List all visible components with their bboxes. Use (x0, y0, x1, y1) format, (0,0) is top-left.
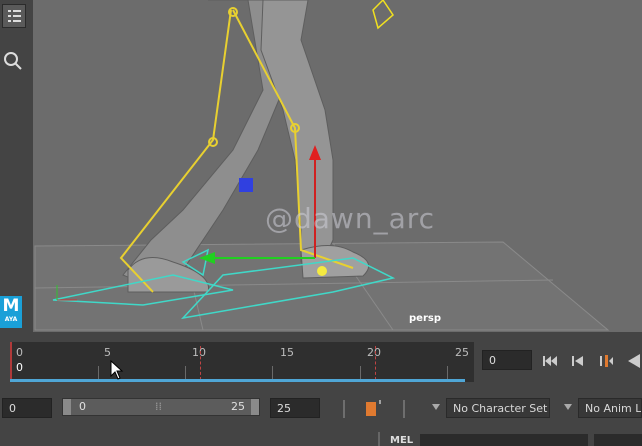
keyframe-marker[interactable] (375, 346, 377, 380)
anim-layer-dropdown[interactable]: No Anim La (578, 398, 642, 418)
current-frame-field[interactable]: 0 (482, 350, 532, 370)
playhead[interactable] (10, 342, 12, 382)
key-tools (343, 400, 405, 418)
chevron-down-icon (564, 404, 572, 410)
tick-label: 10 (192, 346, 206, 359)
viewport-scene (34, 0, 610, 331)
range-start-handle[interactable] (63, 399, 71, 415)
time-slider-track[interactable]: 0 5 10 15 20 25 0 (10, 342, 474, 382)
selected-pivot (317, 266, 327, 276)
command-line: MEL (0, 428, 642, 446)
chevron-down-icon (432, 404, 440, 410)
command-line-grip (378, 432, 380, 446)
go-to-start-button[interactable] (540, 351, 560, 371)
move-axis-z (239, 178, 253, 192)
range-slider-grip[interactable]: ⁞⁞ (155, 400, 162, 413)
play-backwards-icon (628, 354, 640, 368)
play-backwards-button[interactable] (624, 351, 642, 371)
list-icon (8, 10, 21, 22)
step-back-icon (572, 356, 583, 366)
step-back-key-button[interactable] (596, 351, 616, 371)
auto-key-icon (366, 402, 376, 416)
animation-start-field[interactable]: 0 (2, 398, 52, 418)
range-end-handle[interactable] (251, 399, 259, 415)
maya-logo-text: AYA (4, 316, 18, 323)
watermark: @dawn_arc (265, 202, 436, 235)
range-slider-row: 0 0 ⁞⁞ 25 25 No Character Set No Anim La (0, 394, 642, 422)
maya-logo: M AYA (0, 296, 22, 328)
tick-label: 0 (16, 346, 23, 359)
toolbox: M AYA (0, 0, 30, 332)
tick-label: 5 (104, 346, 111, 359)
range-slider-start: 0 (79, 400, 86, 413)
animation-end-field[interactable]: 25 (270, 398, 320, 418)
mouse-cursor-icon (110, 360, 124, 380)
command-input[interactable] (420, 434, 588, 446)
keyframe-marker[interactable] (200, 346, 202, 380)
tick-label: 20 (367, 346, 381, 359)
character-set-dropdown[interactable]: No Character Set (446, 398, 550, 418)
tick-label: 25 (455, 346, 469, 359)
range-slider[interactable]: 0 ⁞⁞ 25 (62, 398, 260, 416)
mel-label[interactable]: MEL (390, 435, 413, 446)
hand-control (372, 0, 394, 30)
skip-to-start-icon (543, 356, 557, 366)
playback-range-bar (10, 379, 465, 382)
search-button[interactable] (2, 50, 24, 72)
range-slider-end: 25 (231, 400, 245, 413)
search-icon (4, 52, 22, 70)
command-result-field (594, 434, 642, 446)
tick-label: 15 (280, 346, 294, 359)
viewport-persp[interactable]: @dawn_arc persp (33, 0, 642, 332)
outliner-button[interactable] (2, 4, 26, 28)
camera-label: persp (409, 313, 441, 324)
maya-logo-letter: M (2, 296, 20, 316)
current-frame-label: 0 (16, 361, 23, 374)
step-back-key-icon (600, 355, 613, 367)
step-back-frame-button[interactable] (568, 351, 588, 371)
